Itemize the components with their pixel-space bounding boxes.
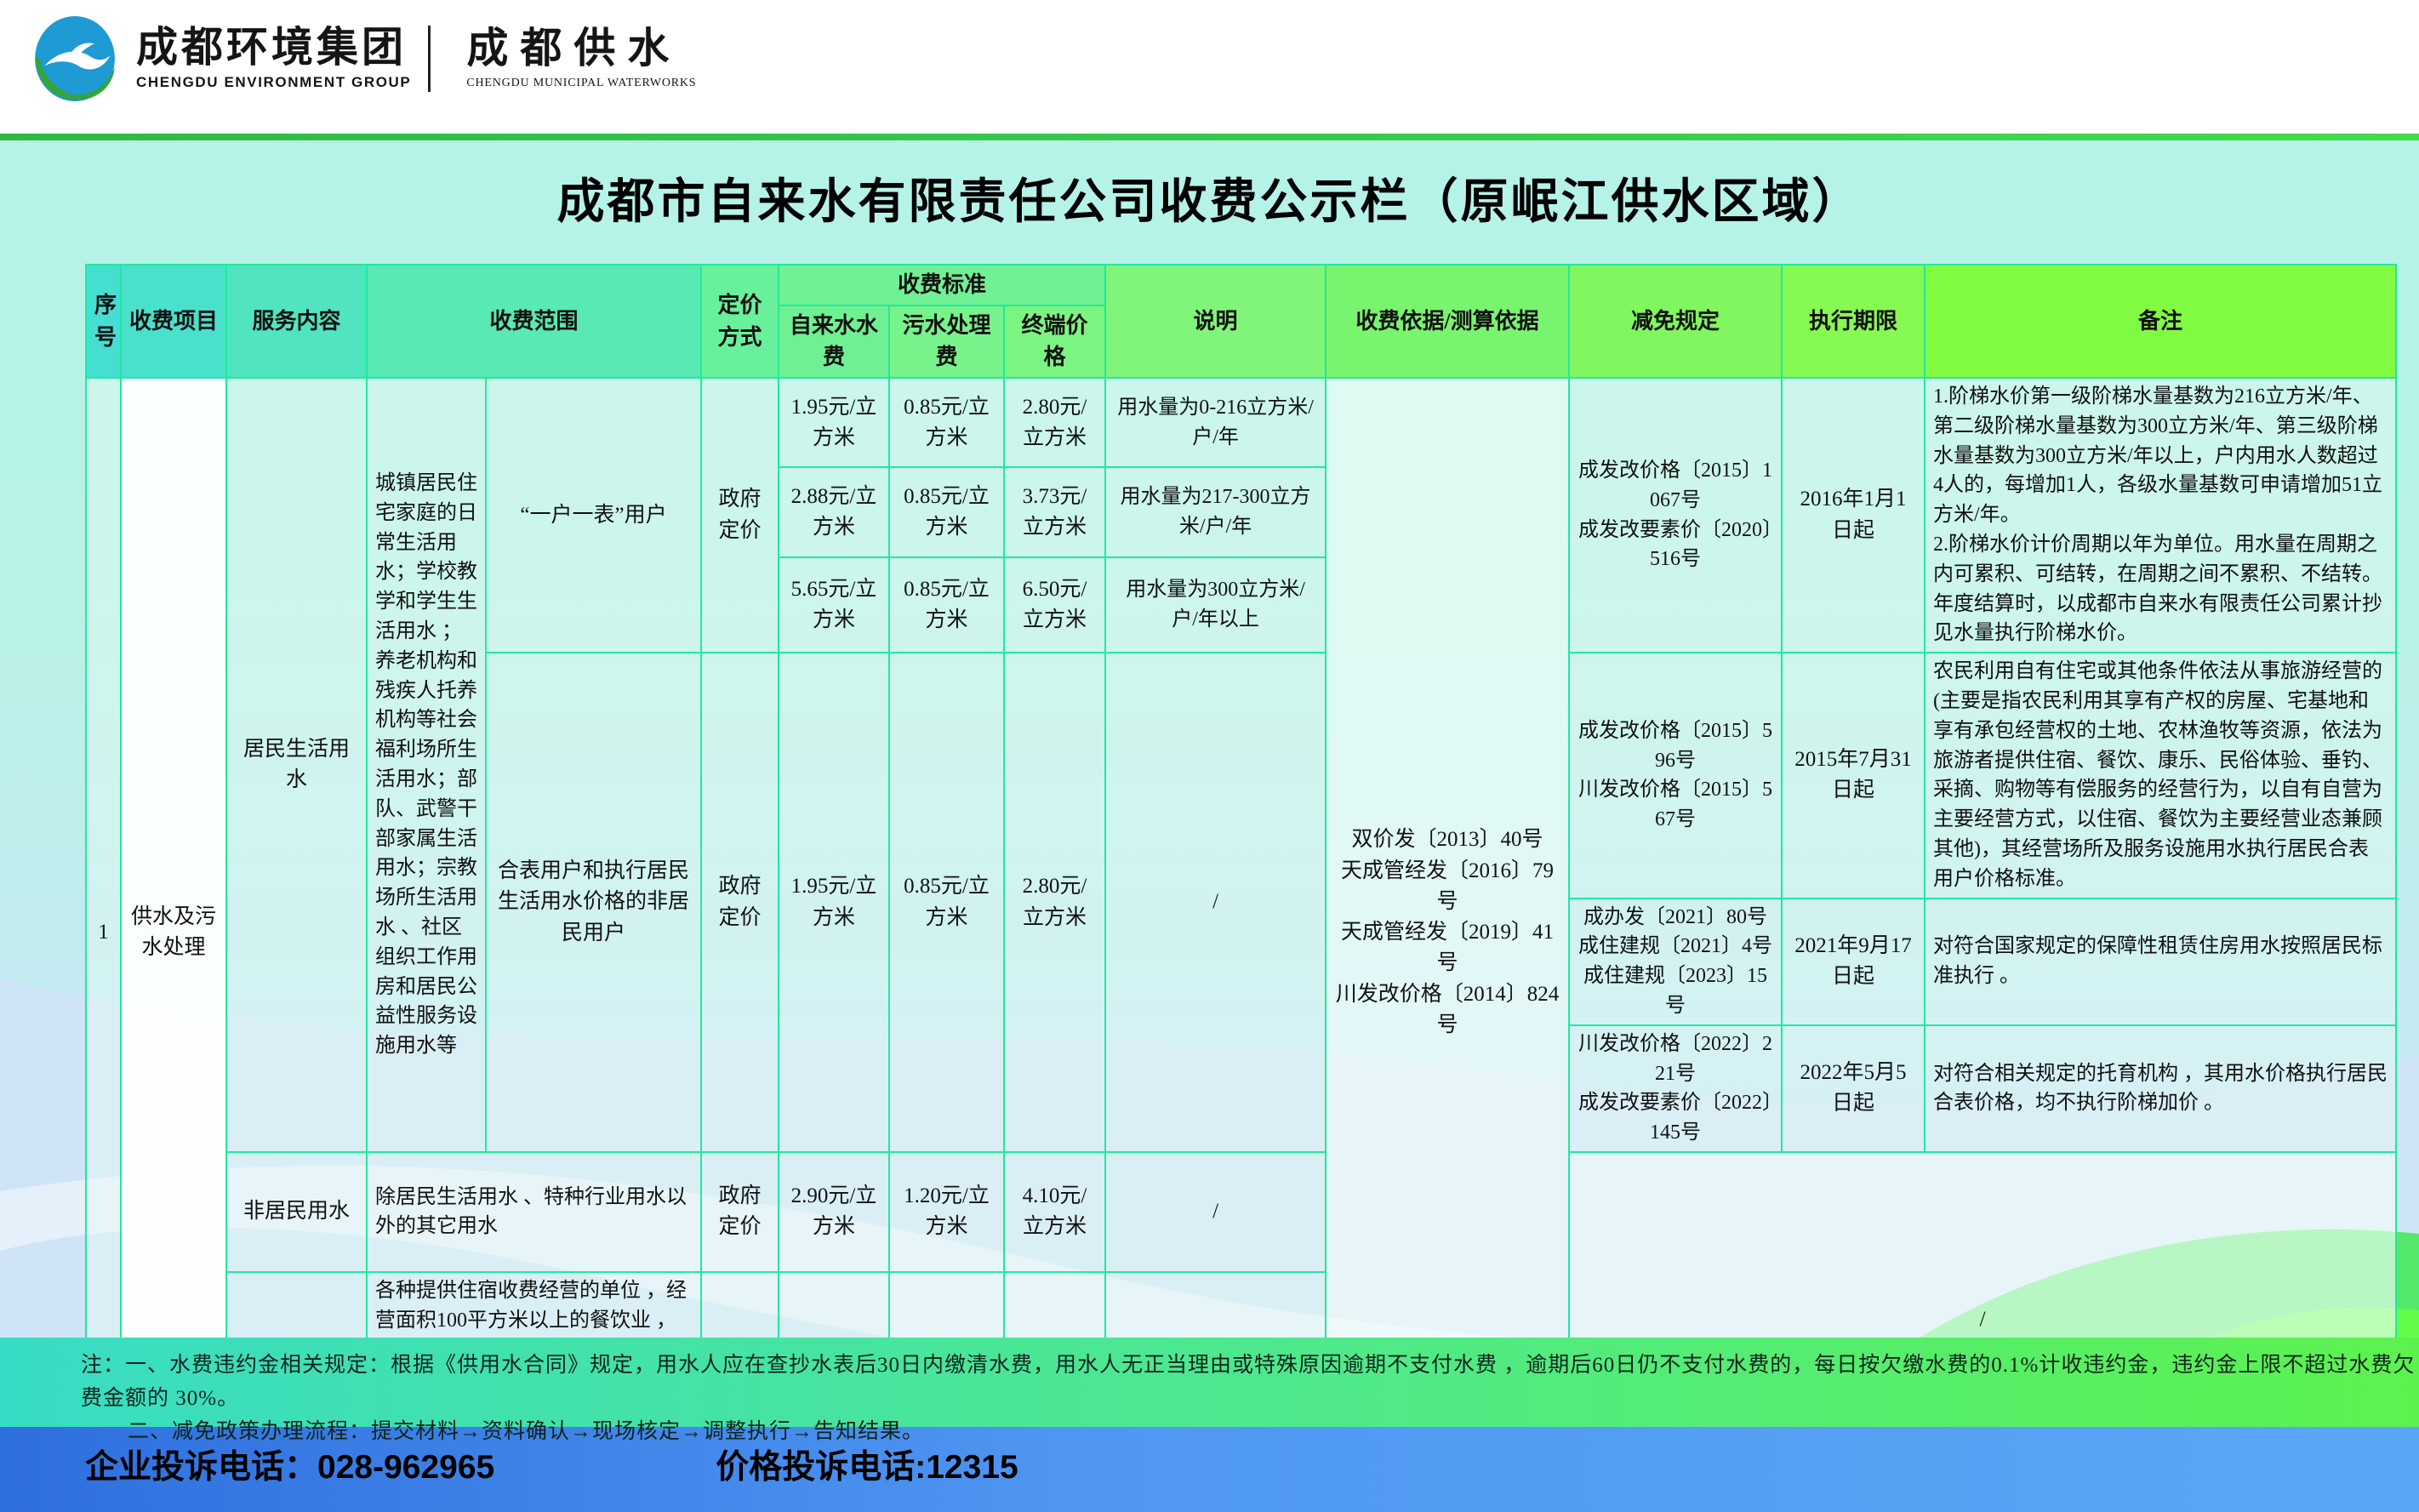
col-header-pricing: 定价方式 xyxy=(701,265,779,378)
col-header-item: 收费项目 xyxy=(121,265,226,378)
cell-scope-nonresident: 除居民生活用水 、特种行业用水以外的其它用水 xyxy=(367,1152,701,1272)
footnote-line-1: 注：一、水费违约金相关规定：根据《供用水合同》规定，用水人应在查抄水表后30日内… xyxy=(81,1349,2419,1416)
cell-nonresident-water: 2.90元/立方米 xyxy=(779,1152,889,1272)
col-header-standard: 收费标准 xyxy=(779,265,1105,305)
cell-tier1-total: 2.80元/立方米 xyxy=(1004,378,1105,467)
cell-service-nonresident: 非居民用水 xyxy=(226,1152,367,1272)
cell-seq-1: 1 xyxy=(86,378,121,1488)
cell-remark-onemeter: 1.阶梯水价第一级阶梯水量基数为216立方米/年、第二级阶梯水量基数为300立方… xyxy=(1925,378,2396,653)
cell-waiver-rental-housing: 成办发〔2021〕80号 成住建规〔2021〕4号 成住建规〔2023〕15号 xyxy=(1569,899,1782,1025)
cell-user-onemeter: “一户一表”用户 xyxy=(486,378,701,653)
cell-service-resident: 居民生活用水 xyxy=(226,378,367,1152)
cell-combined-note: / xyxy=(1105,653,1326,1152)
col-header-water-fee: 自来水水费 xyxy=(779,305,889,378)
brand-divider xyxy=(428,26,431,92)
cell-waiver-childcare: 川发改价格〔2022〕221号 成发改要素价〔2022〕145号 xyxy=(1569,1025,1782,1152)
row-tier1: 1 供水及污水处理 居民生活用水 城镇居民住宅家庭的日常生活用水；学校教学和学生… xyxy=(86,378,2396,467)
cell-tier3-note: 用水量为300立方米/户/年以上 xyxy=(1105,557,1326,653)
fee-table: 序号 收费项目 服务内容 收费范围 定价方式 收费标准 说明 收费依据/测算依据… xyxy=(85,264,2397,1512)
col-header-scope: 收费范围 xyxy=(367,265,701,378)
cell-scope-resident: 城镇居民住宅家庭的日常生活用水；学校教学和学生生活用水 ；养老机构和残疾人托养机… xyxy=(367,378,486,1152)
cell-remark-rental-housing: 对符合国家规定的保障性租赁住房用水按照居民标准执行 。 xyxy=(1925,899,2396,1025)
cell-tier1-water: 1.95元/立方米 xyxy=(779,378,889,467)
col-header-sewage-fee: 污水处理费 xyxy=(889,305,1004,378)
col-header-seq: 序号 xyxy=(86,265,121,378)
footnotes-strip: 注：一、水费违约金相关规定：根据《供用水合同》规定，用水人应在查抄水表后30日内… xyxy=(0,1338,2419,1427)
company-complaint-phone: 企业投诉电话：028-962965 xyxy=(85,1441,494,1488)
cell-period-rental-housing: 2021年9月17日起 xyxy=(1782,899,1925,1025)
header-row-1: 序号 收费项目 服务内容 收费范围 定价方式 收费标准 说明 收费依据/测算依据… xyxy=(86,265,2396,305)
cell-period-onemeter: 2016年1月1日起 xyxy=(1782,378,1925,653)
cell-user-combined: 合表用户和执行居民生活用水价格的非居民用户 xyxy=(486,653,701,1152)
cell-period-rural-tourism: 2015年7月31日起 xyxy=(1782,653,1925,898)
col-header-note: 说明 xyxy=(1105,265,1326,378)
cell-pricing-combined: 政府定价 xyxy=(701,653,779,1152)
cell-remark-rural-tourism: 农民利用自有住宅或其他条件依法从事旅游经营的(主要是指农民利用其享有产权的房屋、… xyxy=(1925,653,2396,898)
cell-waiver-onemeter: 成发改价格〔2015〕1067号 成发改要素价〔2020〕516号 xyxy=(1569,378,1782,653)
cell-pricing-nonresident: 政府定价 xyxy=(701,1152,779,1272)
col-header-period: 执行期限 xyxy=(1782,265,1925,378)
notice-board: 成都环境集团 CHENGDU ENVIRONMENT GROUP 成都供水 CH… xyxy=(0,0,2419,1512)
col-header-total-price: 终端价格 xyxy=(1004,305,1105,378)
complaint-phones: 企业投诉电话：028-962965 价格投诉电话:12315 xyxy=(85,1441,1018,1488)
cell-remark-childcare: 对符合相关规定的托育机构 ，其用水价格执行居民合表价格，均不执行阶梯加价 。 xyxy=(1925,1025,2396,1152)
col-header-remark: 备注 xyxy=(1925,265,2396,378)
cell-nonresident-sewage: 1.20元/立方米 xyxy=(889,1152,1004,1272)
cell-tier3-total: 6.50元/立方米 xyxy=(1004,557,1105,653)
cell-period-childcare: 2022年5月5日起 xyxy=(1782,1025,1925,1152)
col-header-service: 服务内容 xyxy=(226,265,367,378)
brand-water-name: 成都供水 xyxy=(466,27,696,71)
cell-combined-sewage: 0.85元/立方米 xyxy=(889,653,1004,1152)
price-complaint-phone: 价格投诉电话:12315 xyxy=(716,1441,1018,1488)
brand-group-block: 成都环境集团 CHENGDU ENVIRONMENT GROUP xyxy=(136,26,411,90)
cell-tier3-water: 5.65元/立方米 xyxy=(779,557,889,653)
cell-tier3-sewage: 0.85元/立方米 xyxy=(889,557,1004,653)
cell-tier1-sewage: 0.85元/立方米 xyxy=(889,378,1004,467)
col-header-basis: 收费依据/测算依据 xyxy=(1326,265,1569,378)
brand-group-name-en: CHENGDU ENVIRONMENT GROUP xyxy=(136,74,411,91)
cell-combined-water: 1.95元/立方米 xyxy=(779,653,889,1152)
cell-nonresident-note: / xyxy=(1105,1152,1326,1272)
brand-lockup: 成都环境集团 CHENGDU ENVIRONMENT GROUP 成都供水 CH… xyxy=(32,14,696,104)
cell-tier2-note: 用水量为217-300立方米/户/年 xyxy=(1105,467,1326,556)
col-header-waiver: 减免规定 xyxy=(1569,265,1782,378)
company-logo-icon xyxy=(32,14,117,104)
cell-tier2-sewage: 0.85元/立方米 xyxy=(889,467,1004,556)
cell-nonresident-total: 4.10元/立方米 xyxy=(1004,1152,1105,1272)
brand-group-name: 成都环境集团 xyxy=(136,26,411,70)
cell-tier2-total: 3.73元/立方米 xyxy=(1004,467,1105,556)
cell-tier2-water: 2.88元/立方米 xyxy=(779,467,889,556)
cell-combined-total: 2.80元/立方米 xyxy=(1004,653,1105,1152)
cell-tier1-note: 用水量为0-216立方米/户/年 xyxy=(1105,378,1326,467)
cell-pricing-onemeter: 政府定价 xyxy=(701,378,779,653)
brand-water-block: 成都供水 CHENGDU MUNICIPAL WATERWORKS xyxy=(466,27,696,89)
page-title: 成都市自来水有限责任公司收费公示栏（原岷江供水区域） xyxy=(0,163,2419,232)
cell-basis-s1: 双价发〔2013〕40号 天成管经发〔2016〕79号 天成管经发〔2019〕4… xyxy=(1326,378,1569,1488)
row-nonresident: 非居民用水 除居民生活用水 、特种行业用水以外的其它用水 政府定价 2.90元/… xyxy=(86,1152,2396,1272)
brand-water-name-en: CHENGDU MUNICIPAL WATERWORKS xyxy=(466,77,696,90)
cell-waiver-rural-tourism: 成发改价格〔2015〕596号 川发改价格〔2015〕567号 xyxy=(1569,653,1782,898)
banner-divider-rule xyxy=(0,134,2419,140)
cell-item-water-sewage: 供水及污水处理 xyxy=(121,378,226,1488)
